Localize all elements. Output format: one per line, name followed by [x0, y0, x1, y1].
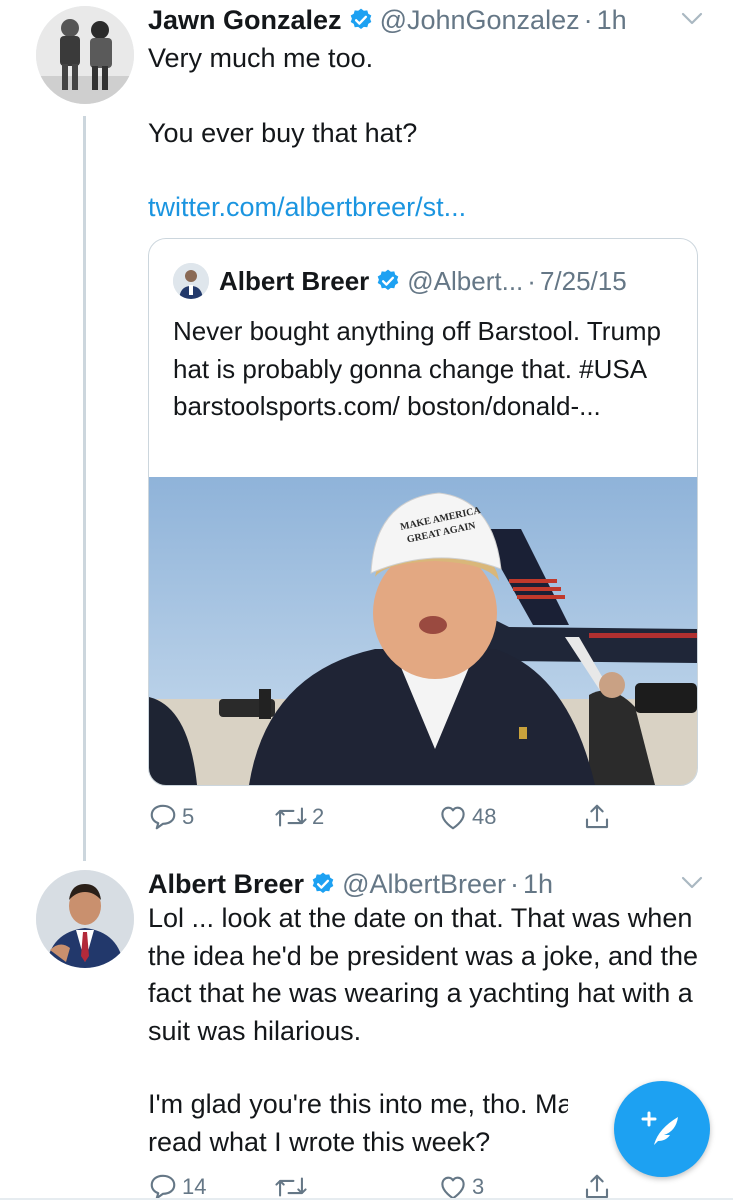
like-icon — [441, 1176, 465, 1200]
tweet-text-line: I'm glad you're this into me, tho. Maybe — [148, 1089, 568, 1119]
tweet-actions: 5 2 48 — [148, 800, 628, 834]
compose-tweet-button[interactable] — [614, 1081, 710, 1177]
share-icon — [585, 1174, 609, 1199]
retweet-button[interactable] — [274, 1170, 312, 1200]
reply-icon — [150, 804, 176, 830]
tweet-header: Jawn Gonzalez @JohnGonzalez · 1h — [148, 2, 627, 38]
user-handle[interactable]: @AlbertBreer — [342, 869, 506, 900]
timestamp[interactable]: 1h — [523, 869, 553, 900]
retweet-count: 2 — [312, 804, 325, 829]
verified-badge-icon — [310, 871, 336, 897]
quoted-tweet-header: Albert Breer @Albert... · 7/25/15 — [173, 261, 627, 301]
quoted-date: 7/25/15 — [539, 265, 627, 296]
reply-icon — [150, 1174, 176, 1200]
display-name[interactable]: Albert Breer — [148, 869, 304, 900]
tweet-text-line: You ever buy that hat? — [148, 118, 418, 148]
tweet-text-line: Very much me too. — [148, 43, 374, 73]
reply-count: 14 — [182, 1174, 207, 1199]
tweet-header: Albert Breer @AlbertBreer · 1h — [148, 866, 553, 902]
quoted-tweet-text: Never bought anything off Barstool. Trum… — [173, 316, 662, 421]
retweet-icon — [275, 1177, 307, 1197]
like-button[interactable]: 3 — [438, 1170, 484, 1200]
tweet-actions: 14 3 — [148, 1170, 628, 1200]
share-button[interactable] — [582, 1170, 616, 1200]
separator-dot: · — [583, 4, 593, 35]
tweet-jawn-gonzalez[interactable]: Jawn Gonzalez @JohnGonzalez · 1h Very mu… — [0, 0, 733, 860]
tweet-link[interactable]: twitter.com/albertbreer/st... — [148, 189, 703, 227]
quoted-tweet-card[interactable]: Albert Breer @Albert... · 7/25/15 Never … — [148, 238, 698, 786]
reply-button[interactable]: 14 — [148, 1170, 206, 1200]
like-icon — [441, 806, 465, 830]
avatar-two-men-photo — [36, 6, 134, 104]
quoted-display-name: Albert Breer — [219, 265, 370, 296]
like-count: 3 — [472, 1174, 485, 1199]
reply-count: 5 — [182, 804, 195, 829]
display-name[interactable]: Jawn Gonzalez — [148, 5, 342, 36]
like-button[interactable]: 48 — [438, 800, 496, 834]
quoted-avatar — [173, 263, 209, 299]
avatar[interactable] — [36, 6, 134, 104]
chevron-down-icon[interactable] — [681, 876, 703, 890]
share-icon — [585, 804, 609, 829]
separator-dot: · — [527, 265, 536, 296]
user-handle[interactable]: @JohnGonzalez — [380, 5, 580, 36]
avatar[interactable] — [36, 870, 134, 968]
quoted-handle: @Albert... — [407, 265, 524, 296]
share-button[interactable] — [582, 800, 616, 834]
timestamp[interactable]: 1h — [597, 5, 627, 36]
separator-dot: · — [510, 868, 520, 899]
retweet-icon — [275, 807, 307, 827]
reply-button[interactable]: 5 — [148, 800, 194, 834]
chevron-down-icon[interactable] — [681, 12, 703, 26]
verified-badge-icon — [375, 268, 401, 294]
avatar-man-in-suit-photo — [36, 870, 134, 968]
tweet-text-paragraph: Lol ... look at the date on that. That w… — [148, 903, 699, 1046]
like-count: 48 — [472, 804, 497, 829]
retweet-button[interactable]: 2 — [274, 800, 324, 834]
verified-badge-icon — [348, 7, 374, 33]
photo-man-in-white-cap-by-jet[interactable]: MAKE AMERICA GREAT AGAIN — [149, 477, 697, 785]
compose-tweet-icon — [641, 1111, 678, 1145]
